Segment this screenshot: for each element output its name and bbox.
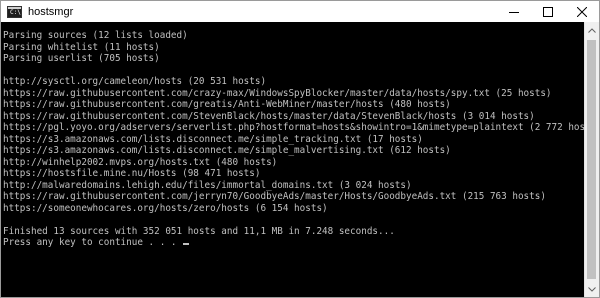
scroll-down-button[interactable] [585, 281, 599, 297]
maximize-button[interactable] [531, 1, 565, 22]
maximize-icon [543, 6, 553, 17]
scroll-thumb[interactable] [587, 40, 596, 279]
console-prompt-line: Press any key to continue . . . [3, 237, 584, 249]
window-title: hostsmgr [28, 5, 74, 18]
console-line: https://raw.githubusercontent.com/jerryn… [3, 191, 546, 202]
console-app-icon-glyph: C:\ [10, 8, 21, 16]
console-line: https://pgl.yoyo.org/adservers/serverlis… [3, 122, 584, 133]
console-line: https://raw.githubusercontent.com/crazy-… [3, 87, 552, 99]
console-output[interactable]: Parsing sources (12 lists loaded) Parsin… [1, 22, 584, 297]
console-line: https://hostsfile.mine.nu/Hosts (98 471 … [3, 168, 261, 179]
console-line: Finished 13 sources with 352 051 hosts a… [3, 225, 395, 237]
text-cursor [183, 243, 190, 245]
chevron-up-icon [588, 28, 596, 33]
console-prompt-text: Press any key to continue . . . [3, 237, 183, 248]
console-line: https://raw.githubusercontent.com/Steven… [3, 110, 535, 122]
title-bar[interactable]: C:\ hostsmgr [1, 1, 599, 22]
console-line: Parsing sources (12 lists loaded) [3, 30, 188, 41]
close-icon [577, 6, 587, 17]
close-button[interactable] [565, 1, 599, 22]
console-line: http://winhelp2002.mvps.org/hosts.txt (4… [3, 156, 278, 168]
window-controls [497, 1, 599, 22]
console-line: https://s3.amazonaws.com/lists.disconnec… [3, 145, 451, 156]
console-line: http://malwaredomains.lehigh.edu/files/i… [3, 179, 412, 191]
scroll-up-button[interactable] [585, 22, 599, 39]
console-line: https://raw.githubusercontent.com/greati… [3, 99, 451, 110]
console-line: https://s3.amazonaws.com/lists.disconnec… [3, 133, 423, 145]
console-app-icon[interactable]: C:\ [7, 5, 22, 18]
vertical-scrollbar[interactable] [584, 22, 599, 297]
console-line: https://someonewhocares.org/hosts/zero/h… [3, 202, 328, 214]
minimize-button[interactable] [497, 1, 531, 22]
console-line: Parsing whitelist (11 hosts) [3, 41, 160, 53]
console-line: Parsing userlist (705 hosts) [3, 53, 160, 64]
chevron-down-icon [588, 287, 596, 292]
console-line: http://sysctl.org/cameleon/hosts (20 531… [3, 76, 267, 87]
minimize-icon [509, 11, 519, 13]
console-window: C:\ hostsmgr Parsing sources (12 lists l… [0, 0, 600, 298]
